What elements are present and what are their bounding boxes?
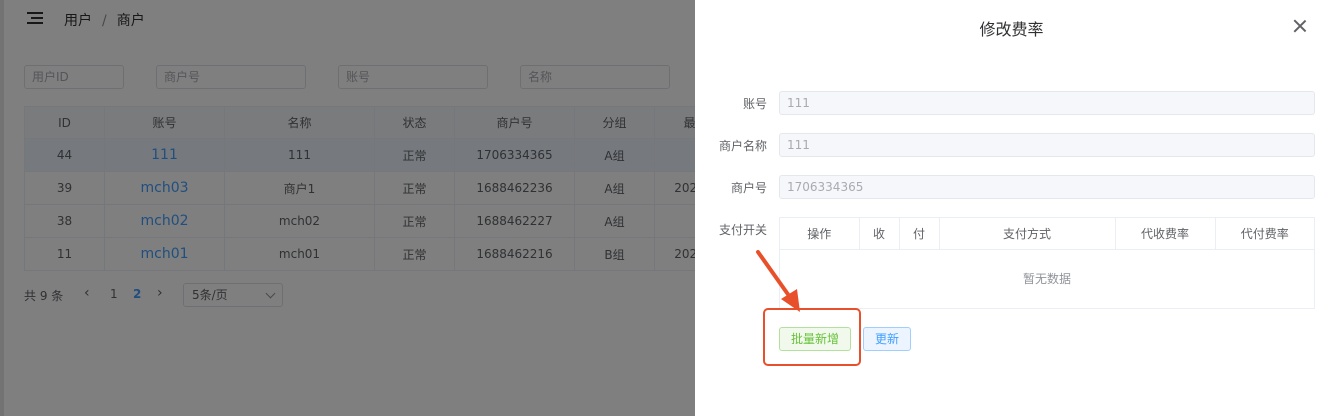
- update-button[interactable]: 更新: [863, 327, 911, 351]
- merchant-name-field[interactable]: 111: [779, 133, 1315, 157]
- merchant-name-label: 商户名称: [718, 139, 767, 153]
- merchant-no-label: 商户号: [730, 181, 767, 195]
- pay-method-table: 操作 收 付 支付方式 代收费率 代付费率 暂无数据: [779, 217, 1315, 309]
- account-field[interactable]: 111: [779, 91, 1315, 115]
- drawer-title: 修改费率: [979, 20, 1044, 39]
- col-header-pay: 付: [899, 218, 940, 250]
- pay-switch-label: 支付开关: [718, 223, 767, 237]
- merchant-no-field[interactable]: 1706334365: [779, 175, 1315, 199]
- close-icon[interactable]: [1292, 18, 1308, 34]
- edit-rate-drawer: 修改费率 账号 111 商户名称 111 商户号 1706334365 支付开关…: [695, 0, 1328, 416]
- account-label: 账号: [742, 97, 767, 111]
- col-header-operation: 操作: [780, 218, 860, 250]
- modal-overlay[interactable]: [0, 0, 695, 416]
- col-header-payout-rate: 代付费率: [1215, 218, 1314, 250]
- col-header-collect: 收: [859, 218, 900, 250]
- empty-state-text: 暂无数据: [1022, 272, 1071, 286]
- batch-add-button[interactable]: 批量新增: [779, 327, 851, 351]
- col-header-collect-rate: 代收费率: [1115, 218, 1216, 250]
- col-header-pay-method: 支付方式: [939, 218, 1116, 250]
- pay-table-header-row: 操作 收 付 支付方式 代收费率 代付费率: [780, 218, 1314, 250]
